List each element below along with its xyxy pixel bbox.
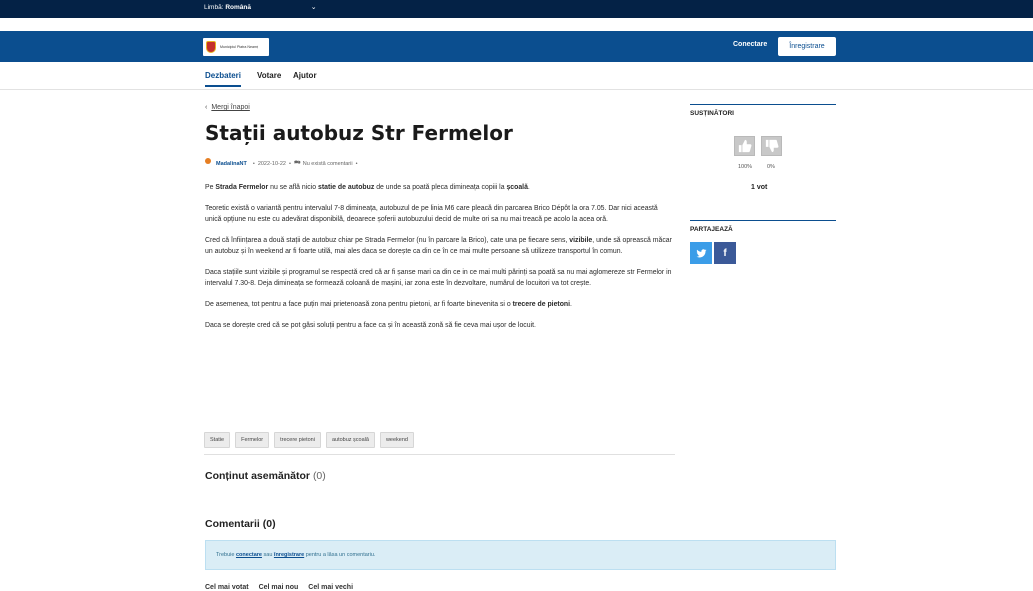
divider [204, 454, 675, 455]
vote-buttons [734, 136, 782, 156]
section-nav: Dezbateri Votare Ajutor [0, 62, 1033, 90]
paragraph-2: Teoretic există o variantă pentru interv… [205, 205, 658, 223]
notice-login-link[interactable]: conectare [236, 552, 262, 558]
notice-prefix: Trebuie [216, 552, 235, 558]
similar-count: (0) [312, 470, 326, 482]
language-label: Limbă: [204, 4, 224, 11]
share-section: PARTAJEAZĂ [690, 220, 836, 233]
main-header: Municipiul Piatra Neamț Conectare Înregi… [0, 31, 1033, 62]
paragraph-6: Daca se dorește cred că se pot găsi solu… [205, 322, 536, 329]
chevron-left-icon: ‹ [205, 104, 208, 111]
chevron-down-icon: ⌄ [310, 4, 317, 11]
downvote-percent: 0% [767, 164, 775, 170]
crest-icon [206, 41, 216, 53]
thumbs-down-icon [765, 139, 778, 153]
supporters-section: SUSȚINĂTORI [690, 104, 836, 117]
twitter-icon [695, 248, 707, 257]
post-body: Pe Strada Fermelor nu se află nicio stat… [205, 182, 675, 341]
separator: • [288, 160, 291, 167]
page-title: Stații autobuz Str Fermelor [205, 121, 513, 145]
comment-icon: 🗪 [293, 160, 301, 166]
notice-suffix: pentru a lăsa un comentariu. [305, 552, 376, 558]
paragraph-1: Pe Strada Fermelor nu se află nicio stat… [205, 184, 530, 191]
author-link[interactable]: MadalinaNT [216, 161, 247, 167]
supporters-title: SUSȚINĂTORI [690, 104, 836, 117]
separator: • [252, 160, 255, 167]
paragraph-3: Cred că înființarea a două stații de aut… [205, 237, 672, 255]
share-buttons: f [690, 242, 736, 264]
tag-fermelor[interactable]: Fermelor [235, 432, 270, 448]
paragraph-4: Daca stațiile sunt vizibile și programul… [205, 269, 672, 287]
share-title: PARTAJEAZĂ [690, 220, 836, 233]
facebook-icon: f [723, 247, 727, 259]
tag-list: Statie Fermelor trecere pietoni autobuz … [204, 432, 414, 448]
post-meta: MadalinaNT • 2022-10-22 • 🗪 Nu există co… [205, 157, 361, 168]
avatar [205, 157, 211, 164]
post-date: 2022-10-22 [257, 160, 286, 167]
language-bar: Limbă: Română ⌄ [0, 0, 1033, 18]
thumbs-down-button[interactable] [761, 136, 782, 156]
twitter-button[interactable] [690, 242, 712, 264]
similar-label: Conținut asemănător [205, 470, 311, 482]
thumbs-up-icon [738, 139, 751, 153]
facebook-button[interactable]: f [714, 242, 736, 264]
comments-info: Nu există comentarii [302, 160, 353, 167]
language-value: Română [225, 4, 251, 11]
login-notice: Trebuie conectare sau înregistrare pentr… [205, 540, 836, 570]
tag-weekend[interactable]: weekend [379, 432, 414, 448]
language-selector[interactable]: Limbă: Română ⌄ [204, 3, 317, 11]
register-button[interactable]: Înregistrare [778, 37, 836, 56]
logo-text: Municipiul Piatra Neamț [220, 45, 258, 49]
back-link[interactable]: ‹ Mergi înapoi [205, 104, 250, 111]
vote-count: 1 vot [751, 184, 768, 191]
notice-register-link[interactable]: înregistrare [274, 552, 304, 558]
notice-mid: sau [263, 552, 273, 558]
thumbs-up-button[interactable] [734, 136, 755, 156]
tag-statie[interactable]: Statie [204, 432, 231, 448]
site-logo[interactable]: Municipiul Piatra Neamț [203, 38, 269, 56]
login-button[interactable]: Conectare [733, 41, 767, 48]
upvote-percent: 100% [738, 164, 753, 170]
tag-trecere-pietoni[interactable]: trecere pietoni [274, 432, 321, 448]
nav-ajutor[interactable]: Ajutor [293, 71, 317, 80]
back-label: Mergi înapoi [211, 104, 250, 111]
paragraph-5: De asemenea, tot pentru a face puțin mai… [205, 301, 572, 308]
tag-autobuz-scoala[interactable]: autobuz școală [325, 432, 375, 448]
comments-heading: Comentarii (0) [205, 518, 276, 530]
nav-votare[interactable]: Votare [257, 71, 281, 80]
similar-content-heading: Conținut asemănător (0) [205, 470, 326, 482]
separator: • [355, 160, 358, 167]
nav-dezbateri[interactable]: Dezbateri [205, 71, 242, 87]
